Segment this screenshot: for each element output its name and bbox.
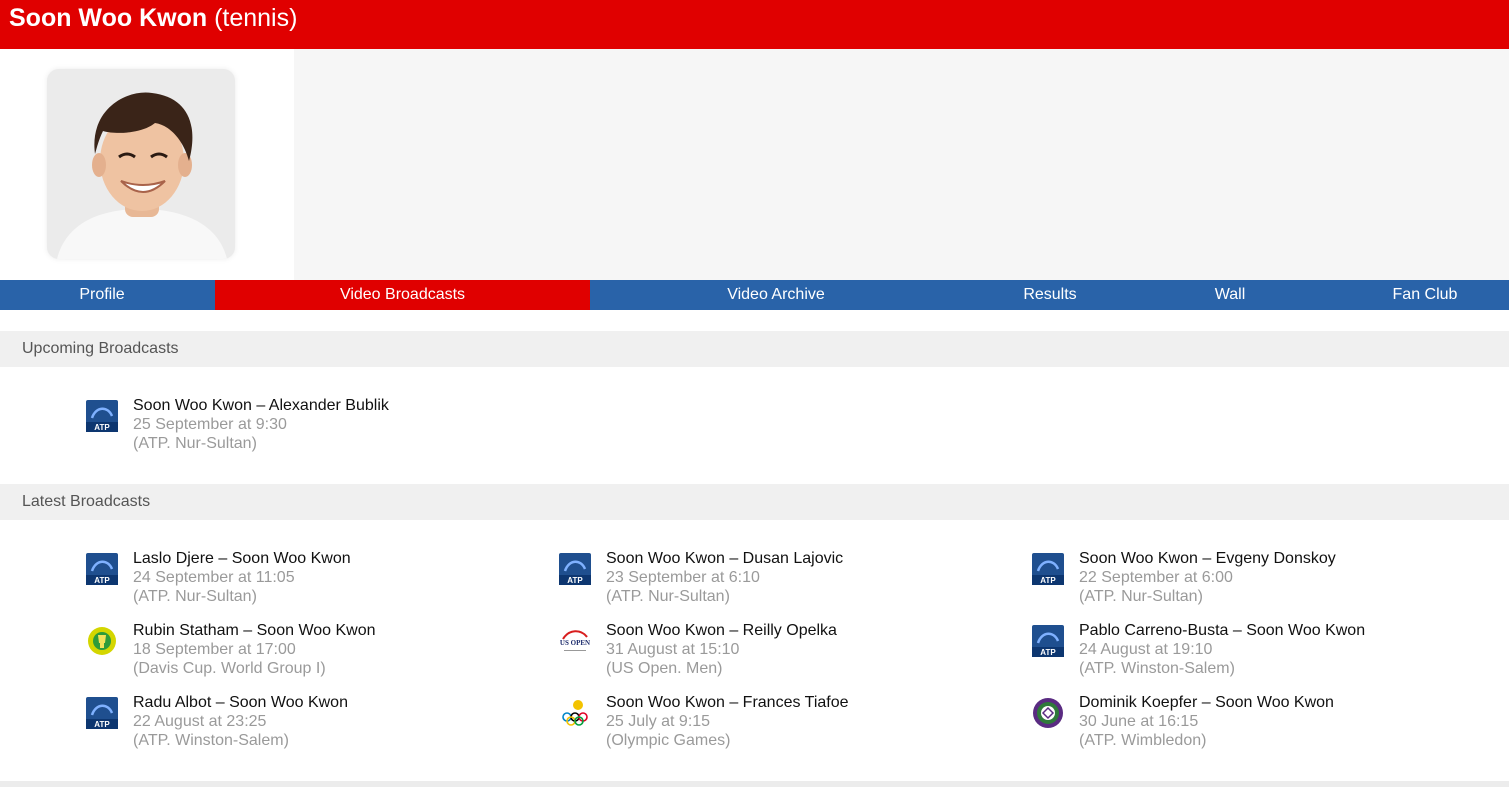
broadcast-item[interactable]: ATP Soon Woo Kwon – Dusan Lajovic 23 Sep… <box>559 550 999 616</box>
match-event: (ATP. Wimbledon) <box>1079 732 1207 749</box>
tab-wall[interactable]: Wall <box>1180 280 1280 310</box>
match-event: (ATP. Nur-Sultan) <box>133 588 257 605</box>
match-time: 24 September at 11:05 <box>133 569 295 586</box>
match-title[interactable]: Soon Woo Kwon – Frances Tiafoe <box>606 694 849 712</box>
match-event: (ATP. Nur-Sultan) <box>606 588 730 605</box>
svg-text:ATP: ATP <box>567 576 583 585</box>
match-event: (ATP. Nur-Sultan) <box>1079 588 1203 605</box>
broadcast-item[interactable]: ATP Radu Albot – Soon Woo Kwon 22 August… <box>86 694 526 760</box>
svg-text:ATP: ATP <box>94 576 110 585</box>
broadcast-item[interactable]: ATP Soon Woo Kwon – Evgeny Donskoy 22 Se… <box>1032 550 1472 616</box>
match-title[interactable]: Soon Woo Kwon – Alexander Bublik <box>133 397 389 415</box>
svg-text:ATP: ATP <box>94 423 110 432</box>
main-nav: Profile Video Broadcasts Video Archive R… <box>0 280 1509 310</box>
match-event: (Olympic Games) <box>606 732 731 749</box>
latest-section-header: Latest Broadcasts <box>0 484 1509 520</box>
match-time: 25 September at 9:30 <box>133 416 287 433</box>
section-title: Latest Broadcasts <box>22 493 151 510</box>
match-title[interactable]: Pablo Carreno-Busta – Soon Woo Kwon <box>1079 622 1365 640</box>
atp-logo-icon: ATP <box>86 553 118 585</box>
match-time: 23 September at 6:10 <box>606 569 760 586</box>
match-time: 24 August at 19:10 <box>1079 641 1213 658</box>
page-title: Soon Woo Kwon (tennis) <box>9 4 297 33</box>
match-time: 31 August at 15:10 <box>606 641 740 658</box>
page-header: Soon Woo Kwon (tennis) <box>0 0 1509 49</box>
match-time: 25 July at 9:15 <box>606 713 711 730</box>
svg-text:ATP: ATP <box>1040 576 1056 585</box>
broadcast-item[interactable]: US OPEN Soon Woo Kwon – Reilly Opelka 31… <box>559 622 999 688</box>
svg-text:ATP: ATP <box>1040 648 1056 657</box>
section-divider <box>0 781 1509 787</box>
match-title[interactable]: Soon Woo Kwon – Dusan Lajovic <box>606 550 843 568</box>
tab-fan-club[interactable]: Fan Club <box>1365 280 1485 310</box>
tab-video-broadcasts[interactable]: Video Broadcasts <box>215 280 590 310</box>
match-event: (Davis Cup. World Group I) <box>133 660 326 677</box>
tab-profile[interactable]: Profile <box>0 280 204 310</box>
atp-logo-icon: ATP <box>559 553 591 585</box>
olympic-rings-icon <box>559 697 591 729</box>
atp-logo-icon: ATP <box>86 400 118 432</box>
tab-video-archive[interactable]: Video Archive <box>660 280 892 310</box>
match-title[interactable]: Rubin Statham – Soon Woo Kwon <box>133 622 376 640</box>
broadcast-item[interactable]: ATP Pablo Carreno-Busta – Soon Woo Kwon … <box>1032 622 1472 688</box>
match-time: 18 September at 17:00 <box>133 641 296 658</box>
match-title[interactable]: Dominik Koepfer – Soon Woo Kwon <box>1079 694 1334 712</box>
match-event: (US Open. Men) <box>606 660 723 677</box>
broadcast-item[interactable]: Dominik Koepfer – Soon Woo Kwon 30 June … <box>1032 694 1472 760</box>
upcoming-section-header: Upcoming Broadcasts <box>0 331 1509 367</box>
broadcast-item[interactable]: Soon Woo Kwon – Frances Tiafoe 25 July a… <box>559 694 999 760</box>
broadcast-item[interactable]: ATP Soon Woo Kwon – Alexander Bublik 25 … <box>86 397 526 463</box>
avatar-container <box>0 49 294 280</box>
match-title[interactable]: Radu Albot – Soon Woo Kwon <box>133 694 348 712</box>
atp-logo-icon: ATP <box>1032 553 1064 585</box>
sport-label: (tennis) <box>214 4 298 32</box>
avatar <box>47 69 235 259</box>
match-time: 22 September at 6:00 <box>1079 569 1233 586</box>
match-event: (ATP. Nur-Sultan) <box>133 435 257 452</box>
match-event: (ATP. Winston-Salem) <box>1079 660 1235 677</box>
wimbledon-logo-icon <box>1032 697 1064 729</box>
match-time: 30 June at 16:15 <box>1079 713 1199 730</box>
atp-logo-icon: ATP <box>86 697 118 729</box>
us-open-logo-icon: US OPEN <box>559 625 591 657</box>
svg-text:ATP: ATP <box>94 720 110 729</box>
profile-banner <box>0 49 1509 280</box>
match-event: (ATP. Winston-Salem) <box>133 732 289 749</box>
player-name: Soon Woo Kwon <box>9 4 208 32</box>
match-time: 22 August at 23:25 <box>133 713 267 730</box>
davis-cup-logo-icon <box>86 625 118 657</box>
svg-text:US OPEN: US OPEN <box>560 639 590 647</box>
match-title[interactable]: Soon Woo Kwon – Evgeny Donskoy <box>1079 550 1336 568</box>
atp-logo-icon: ATP <box>1032 625 1064 657</box>
match-title[interactable]: Laslo Djere – Soon Woo Kwon <box>133 550 351 568</box>
broadcast-item[interactable]: ATP Laslo Djere – Soon Woo Kwon 24 Septe… <box>86 550 526 616</box>
section-title: Upcoming Broadcasts <box>22 340 179 357</box>
match-title[interactable]: Soon Woo Kwon – Reilly Opelka <box>606 622 837 640</box>
broadcast-item[interactable]: Rubin Statham – Soon Woo Kwon 18 Septemb… <box>86 622 526 688</box>
tab-results[interactable]: Results <box>990 280 1110 310</box>
